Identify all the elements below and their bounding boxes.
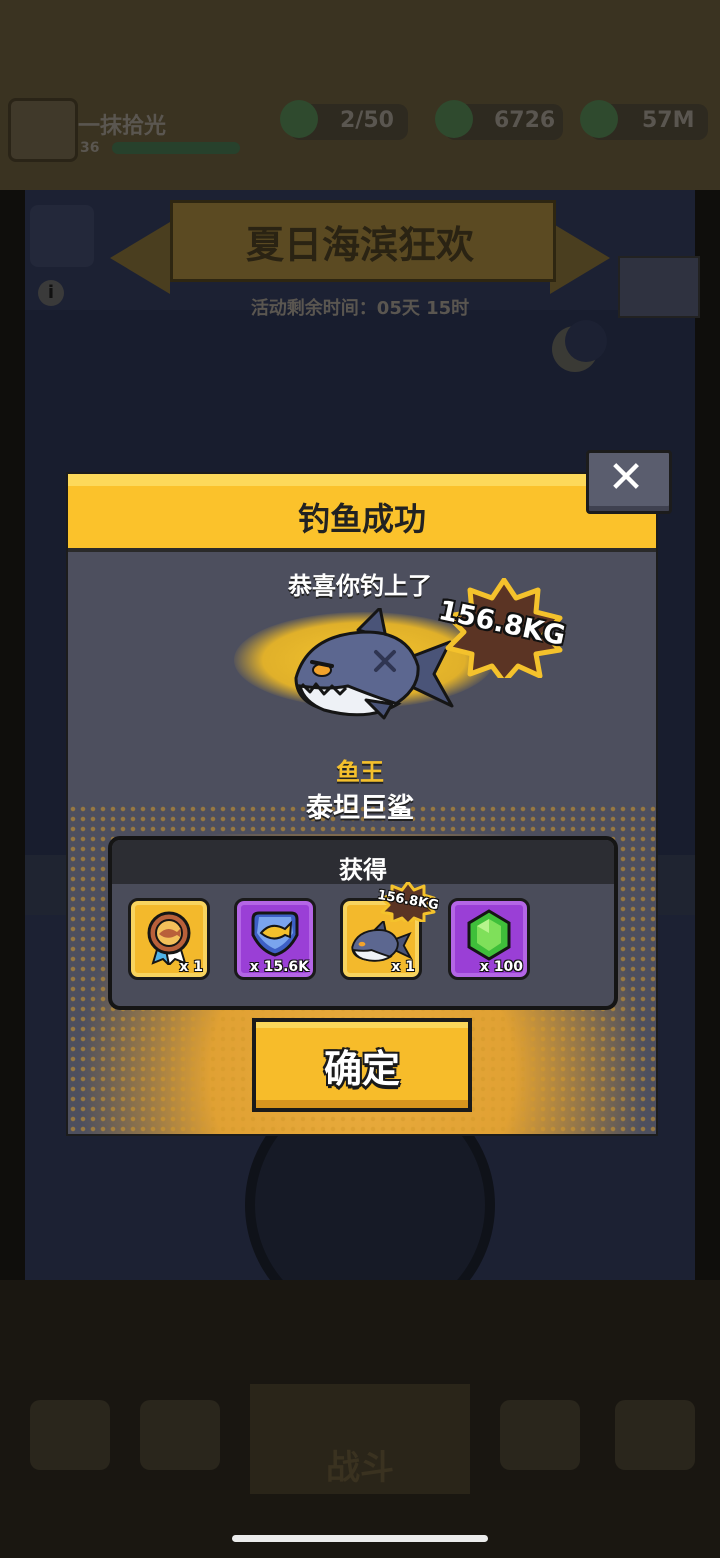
- reward-item-badge[interactable]: x 15.6K: [234, 898, 316, 980]
- reward-quantity: x 1: [179, 959, 203, 975]
- event-close-button[interactable]: [618, 256, 700, 318]
- fish-badge-icon: [251, 911, 299, 957]
- fish-name: 泰坦巨鲨: [306, 793, 414, 824]
- fish-king-medal-icon: [147, 911, 191, 965]
- energy-value: 2/50: [340, 108, 394, 133]
- close-icon[interactable]: ✕: [586, 448, 666, 508]
- energy-icon: [280, 100, 318, 138]
- fish-rank: 鱼王: [336, 758, 384, 786]
- player-level: 36: [80, 140, 100, 156]
- player-avatar[interactable]: [8, 98, 78, 162]
- reward-quantity: x 15.6K: [249, 959, 309, 975]
- rewards-title: 获得: [339, 856, 387, 884]
- nav-skills-button[interactable]: [500, 1400, 580, 1470]
- modal-title: 钓鱼成功: [297, 500, 426, 538]
- coin-icon: [580, 100, 618, 138]
- reward-item-gem[interactable]: x 100: [448, 898, 530, 980]
- cash-value: 6726: [494, 108, 556, 133]
- nav-equipment-button[interactable]: [140, 1400, 220, 1470]
- event-countdown: 活动剩余时间：05天 15时: [250, 298, 470, 319]
- player-name: 一抹拾光: [78, 114, 167, 139]
- nav-shop-button[interactable]: [30, 1400, 110, 1470]
- coin-value: 57M: [642, 108, 695, 133]
- reward-quantity: x 100: [479, 959, 523, 975]
- cash-icon: [435, 100, 473, 138]
- reward-item-medal[interactable]: x 1: [128, 898, 210, 980]
- green-gem-icon: [467, 909, 511, 961]
- home-indicator[interactable]: [232, 1535, 488, 1542]
- xp-bar: [112, 142, 240, 154]
- event-title: 夏日海滨狂欢: [245, 223, 474, 267]
- nav-cards-button[interactable]: [615, 1400, 695, 1470]
- info-icon[interactable]: i: [38, 280, 64, 306]
- nav-fight-label: 战斗: [326, 1448, 394, 1488]
- confirm-label[interactable]: 确定: [252, 1038, 472, 1093]
- top-bar-background: [0, 0, 720, 190]
- reward-quantity: x 1: [391, 959, 415, 975]
- titan-shark-icon: [294, 608, 454, 720]
- menu-button[interactable]: [30, 205, 94, 267]
